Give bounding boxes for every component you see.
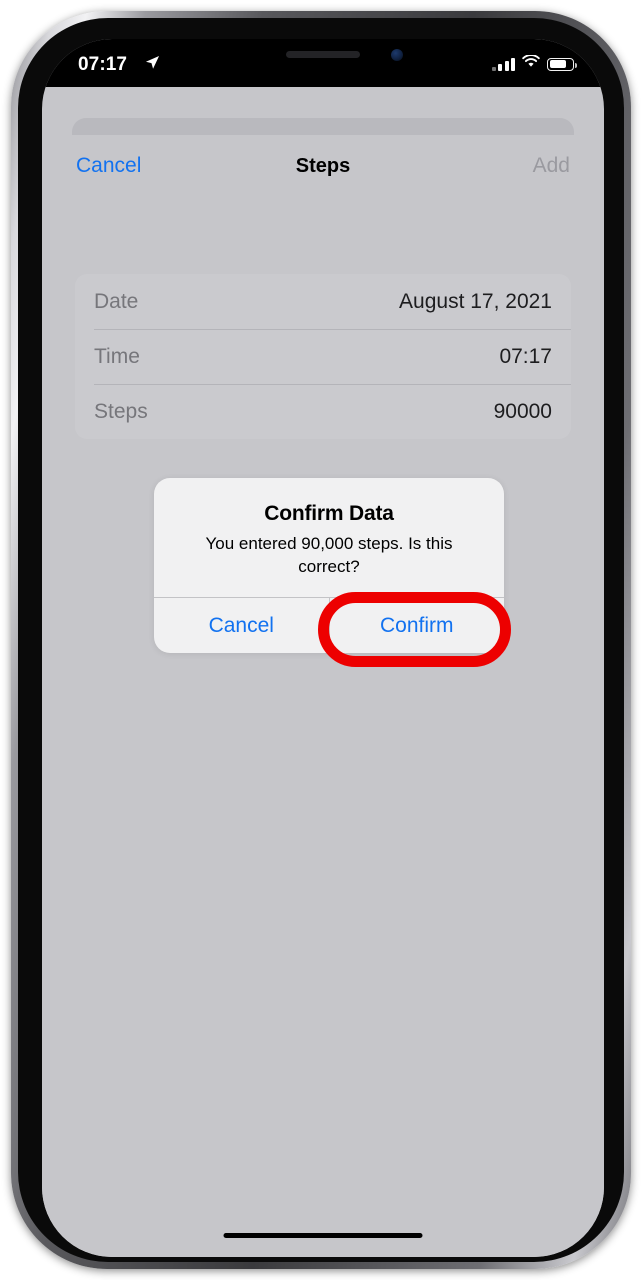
battery-tip [574,62,577,68]
row-label-steps: Steps [94,399,148,423]
notch [212,39,434,72]
status-bar-time: 07:17 [78,54,128,75]
battery-fill [549,60,567,68]
alert-message: You entered 90,000 steps. Is this correc… [205,534,453,576]
front-camera-icon [391,49,403,61]
alert-cancel-button[interactable]: Cancel [154,598,330,654]
row-value-steps: 90000 [493,399,552,423]
wifi-icon [522,54,540,73]
row-value-date: August 17, 2021 [399,289,552,313]
home-indicator[interactable] [223,1232,423,1238]
alert-title: Confirm Data [264,502,394,525]
phone-screen: Cancel Steps Add Date August 17, 2021 Ti… [42,39,604,1257]
row-label-time: Time [94,344,140,368]
phone-frame: Cancel Steps Add Date August 17, 2021 Ti… [11,11,631,1269]
form-row-date[interactable]: Date August 17, 2021 [75,274,571,329]
alert-button-row: Cancel Confirm [154,597,505,654]
battery-icon [547,57,577,71]
steps-entry-sheet: Cancel Steps Add Date August 17, 2021 Ti… [42,135,604,1257]
earpiece-speaker-icon [286,51,360,58]
location-arrow-icon [145,55,160,75]
status-bar-indicators [491,54,577,73]
nav-add-button[interactable]: Add [533,154,570,178]
row-label-date: Date [94,289,139,313]
cellular-signal-icon [491,57,515,71]
confirm-data-alert: Confirm Data You entered 90,000 steps. I… [154,478,505,654]
page-title: Steps [295,155,351,177]
data-entry-form: Date August 17, 2021 Time 07:17 Steps 90… [75,274,571,439]
form-row-time[interactable]: Time 07:17 [75,329,571,384]
alert-content: Confirm Data You entered 90,000 steps. I… [154,478,504,597]
phone-bezel: Cancel Steps Add Date August 17, 2021 Ti… [18,18,624,1262]
confirm-button[interactable]: Confirm [330,598,505,653]
navigation-bar: Cancel Steps Add [42,135,604,197]
form-row-steps[interactable]: Steps 90000 [75,384,571,439]
row-value-time: 07:17 [499,344,552,368]
